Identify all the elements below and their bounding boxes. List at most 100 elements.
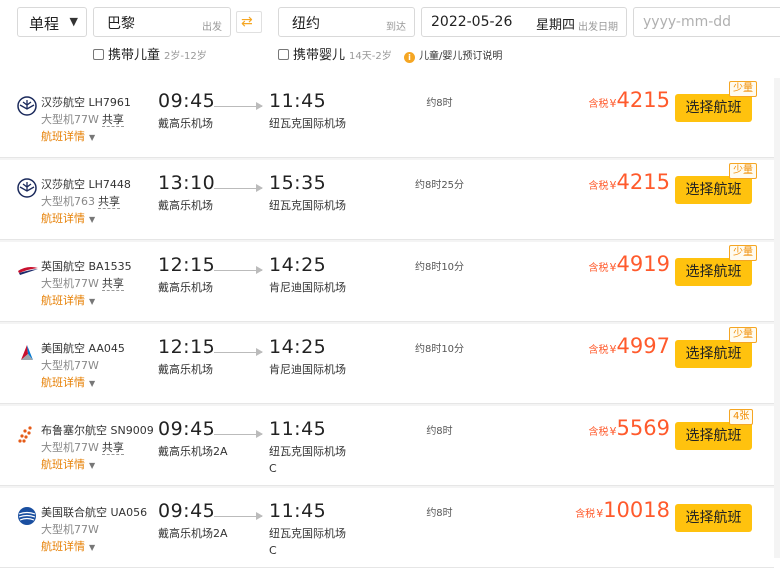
airline-flight-number: 汉莎航空 LH7448 [41,178,131,191]
child-label: 携带儿童 [108,48,161,63]
departure-date-input[interactable]: 2022-05-26 星期四 出发日期 [421,7,627,37]
united-airlines-logo [17,506,37,526]
airline-flight-number: 美国航空 AA045 [41,342,125,355]
tax-included-label: 含税 [588,263,609,274]
arrival-airport: 纽瓦克国际机场 C [269,443,389,477]
arrival-terminal: C [269,462,277,475]
flight-card: 美国航空 AA045 大型机77W 航班详情 ▼ 12:15 戴高乐机场 14:2… [0,324,774,404]
departure-airport: 戴高乐机场2A [158,445,228,458]
flight-details-toggle[interactable]: 航班详情 ▼ [41,128,95,144]
chevron-down-icon: ▼ [89,215,96,224]
booking-info-link[interactable]: i 儿童/婴儿预订说明 [404,47,502,63]
chevron-down-icon: ▼ [69,15,78,28]
aircraft-type-text: 大型机77W [41,113,99,126]
flight-card: 汉莎航空 LH7448 大型机763 共享 航班详情 ▼ 13:10 戴高乐机场 1… [0,160,774,240]
flight-duration: 约8时 [426,426,453,437]
checkbox-icon [93,49,104,60]
trip-type-select[interactable]: 单程 ▼ [17,7,87,37]
search-bar: 单程 ▼ 巴黎 出发 ⇄ 纽约 到达 2022-05-26 星期四 出发日期 y… [0,0,780,78]
arrival-city-input[interactable]: 纽约 到达 [278,7,415,37]
flight-details-label: 航班详情 [41,130,85,143]
departure-time: 13:10 [158,172,216,194]
codeshare-label[interactable]: 共享 [98,195,120,209]
aircraft-type-text: 大型机77W [41,441,99,454]
infant-checkbox[interactable]: 携带婴儿 14天-2岁 [278,44,392,63]
tax-included-label: 含税 [575,509,596,520]
return-date-input[interactable]: yyyy-mm-dd [633,7,780,37]
flight-card: 英国航空 BA1535 大型机77W 共享 航班详情 ▼ 12:15 戴高乐机场 1… [0,242,774,322]
checkbox-icon [278,49,289,60]
arrival-time: 15:35 [269,172,327,194]
price: 含税¥4215 [589,170,670,194]
child-checkbox[interactable]: 携带儿童 2岁-12岁 [93,44,207,63]
currency-symbol: ¥ [609,343,617,356]
aircraft-type-text: 大型机77W [41,359,99,372]
arrival-airport-name: 纽瓦克国际机场 [269,527,346,540]
select-flight-button[interactable]: 选择航班 [675,422,752,450]
codeshare-label[interactable]: 共享 [101,113,124,127]
select-flight-button[interactable]: 选择航班 [675,340,752,368]
swap-icon: ⇄ [241,14,253,30]
departure-time: 12:15 [158,254,216,276]
price: 含税¥10018 [575,498,670,522]
info-icon: i [404,52,415,63]
departure-airport: 戴高乐机场 [158,281,213,294]
select-flight-button[interactable]: 选择航班 [675,258,752,286]
price: 含税¥4215 [589,88,670,112]
departure-time: 12:15 [158,336,216,358]
airline-flight-number: 布鲁塞尔航空 SN9009 [41,424,154,437]
arrival-terminal: C [269,544,277,557]
departure-airport: 戴高乐机场 [158,117,213,130]
select-flight-button[interactable]: 选择航班 [675,94,752,122]
price: 含税¥5569 [589,416,670,440]
departure-hint: 出发 [202,22,222,33]
chevron-down-icon: ▼ [89,543,96,552]
currency-symbol: ¥ [609,179,617,192]
arrival-airport: 纽瓦克国际机场 [269,115,389,132]
flight-details-toggle[interactable]: 航班详情 ▼ [41,210,95,226]
price-value: 4919 [616,252,670,276]
departure-city-value: 巴黎 [107,16,135,32]
aircraft-type: 大型机77W 共享 [41,439,124,455]
arrival-airport-name: 肯尼迪国际机场 [269,281,346,294]
codeshare-label[interactable]: 共享 [101,277,124,291]
price-value: 4215 [616,170,670,194]
arrival-airport: 肯尼迪国际机场 [269,361,389,378]
select-flight-button[interactable]: 选择航班 [675,176,752,204]
arrow-right-icon [256,266,263,274]
arrival-airport-name: 纽瓦克国际机场 [269,445,346,458]
departure-city-input[interactable]: 巴黎 出发 [93,7,231,37]
airline-flight-number: 汉莎航空 LH7961 [41,96,131,109]
arrow-right-icon [256,102,263,110]
aircraft-type-text: 大型机77W [41,277,99,290]
departure-time: 09:45 [158,500,216,522]
arrow-right-icon [256,348,263,356]
flight-details-label: 航班详情 [41,540,85,553]
flight-details-toggle[interactable]: 航班详情 ▼ [41,456,95,472]
select-flight-button[interactable]: 选择航班 [675,504,752,532]
lufthansa-logo [17,178,37,198]
arrival-airport-name: 纽瓦克国际机场 [269,117,346,130]
flight-arrow-line [214,434,262,435]
flight-details-toggle[interactable]: 航班详情 ▼ [41,538,95,554]
arrival-time: 11:45 [269,500,327,522]
infant-label: 携带婴儿 [293,48,346,63]
chevron-down-icon: ▼ [89,461,96,470]
price-value: 10018 [603,498,670,522]
tax-included-label: 含税 [588,345,609,356]
price: 含税¥4919 [589,252,670,276]
departure-time: 09:45 [158,418,216,440]
brussels-airlines-logo [17,424,37,444]
flight-arrow-line [214,352,262,353]
flight-details-toggle[interactable]: 航班详情 ▼ [41,374,95,390]
trip-type-value: 单程 [29,15,60,33]
codeshare-label[interactable]: 共享 [101,441,124,455]
child-age: 2岁-12岁 [164,51,207,62]
airline-flight-number: 美国联合航空 UA056 [41,506,148,519]
flight-arrow-line [214,188,262,189]
arrow-right-icon [256,184,263,192]
flight-duration: 约8时25分 [414,180,465,191]
swap-cities-button[interactable]: ⇄ [236,11,262,33]
flight-details-toggle[interactable]: 航班详情 ▼ [41,292,95,308]
flight-duration: 约8时 [426,508,453,519]
